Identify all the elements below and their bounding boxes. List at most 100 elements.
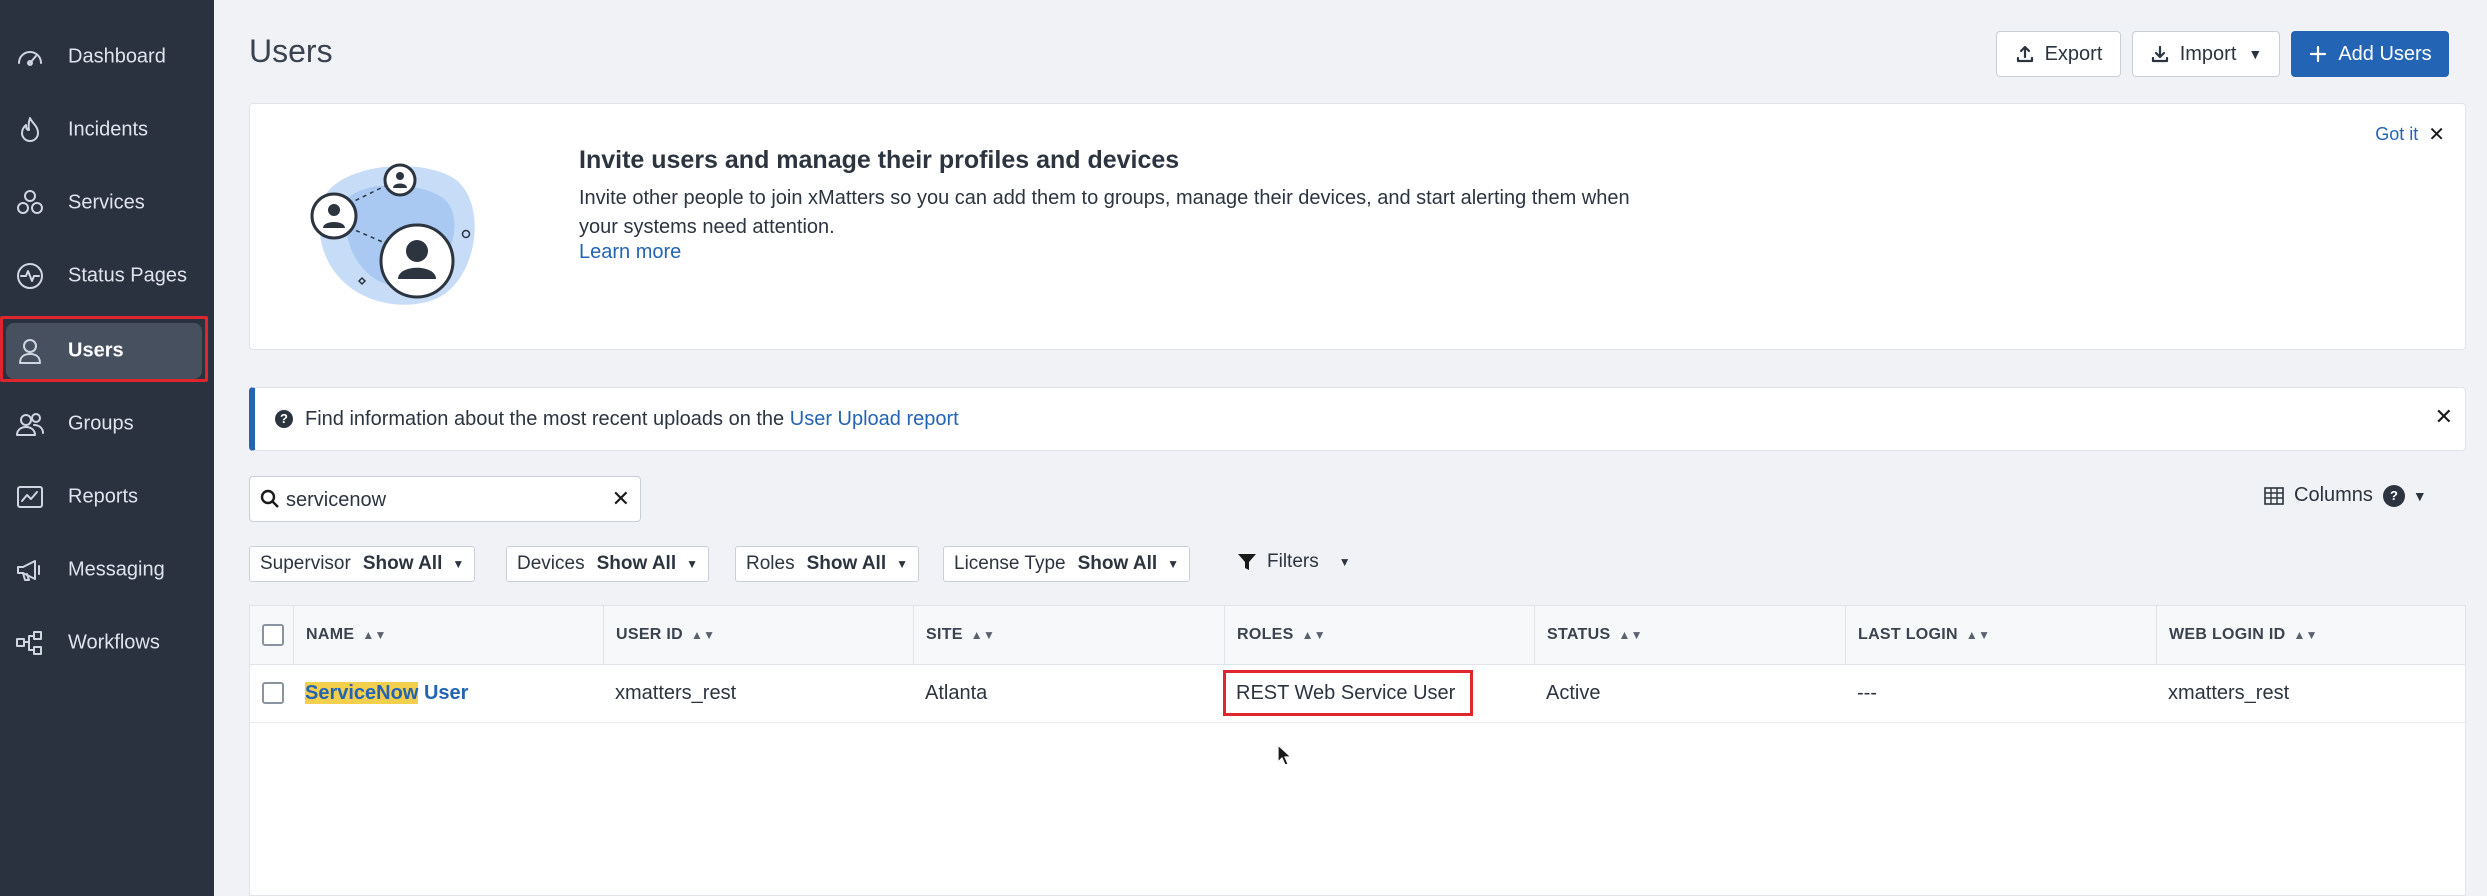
add-users-label: Add Users [2338,42,2432,65]
chart-icon [14,481,46,513]
cell-site: Atlanta [925,681,988,704]
annotation-highlight-box [1223,670,1473,716]
column-header-roles[interactable]: ROLES ▲▼ [1224,606,1534,664]
column-label: USER ID [616,626,683,643]
sidebar-item-status-pages[interactable]: Status Pages [0,241,214,311]
sidebar-item-messaging[interactable]: Messaging [0,535,214,605]
sidebar-item-label: Status Pages [68,264,187,287]
column-label: ROLES [1237,626,1294,643]
page-title: Users [249,33,333,69]
import-label: Import [2179,42,2237,65]
filter-roles[interactable]: Roles Show All ▼ [735,546,919,582]
invite-users-card: Invite users and manage their profiles a… [249,103,2466,350]
sidebar-item-incidents[interactable]: Incidents [0,95,214,165]
column-header-last-login[interactable]: LAST LOGIN ▲▼ [1845,606,2156,664]
select-all-checkbox[interactable] [262,624,284,646]
invite-illustration [310,163,475,305]
filter-devices[interactable]: Devices Show All ▼ [506,546,709,582]
sort-icon: ▲▼ [970,628,996,642]
column-label: LAST LOGIN [1858,626,1958,643]
info-banner: ? Find information about the most recent… [249,387,2466,451]
services-icon [14,187,46,219]
filter-label: Roles [746,553,795,574]
users-table: NAME ▲▼ USER ID ▲▼ SITE ▲▼ ROLES ▲▼ STATUS ▲▼… [249,605,2466,896]
filter-label: License Type [954,553,1066,574]
sidebar-item-dashboard[interactable]: Dashboard [0,22,214,92]
export-button[interactable]: Export [1996,31,2121,77]
sort-icon: ▲▼ [1618,628,1643,642]
column-header-site[interactable]: SITE ▲▼ [913,606,1224,664]
filter-value: Show All [362,553,443,574]
column-header-web-login-id[interactable]: WEB LOGIN ID ▲▼ [2156,606,2465,664]
chevron-down-icon: ▼ [452,557,465,571]
mouse-cursor-icon [1277,744,1293,766]
sidebar-item-reports[interactable]: Reports [0,462,214,532]
plus-icon [2310,45,2327,63]
sidebar-item-label: Groups [68,412,134,435]
learn-more-link[interactable]: Learn more [579,241,681,264]
column-label: NAME [306,626,355,643]
search-icon [260,489,279,508]
cell-last-login: --- [1857,681,1877,704]
pulse-icon [14,260,46,292]
gauge-icon [14,41,46,73]
cell-user-id: xmatters_rest [615,681,737,704]
banner-text: Find information about the most recent u… [305,408,959,431]
user-icon [14,335,46,367]
column-label: STATUS [1547,626,1611,643]
clear-search-icon[interactable]: ✕ [612,486,630,512]
filters-label: Filters [1267,551,1319,572]
sidebar-item-groups[interactable]: Groups [0,389,214,459]
row-checkbox[interactable] [262,682,284,704]
sidebar-item-label: Dashboard [68,45,166,68]
sidebar-item-label: Reports [68,485,139,508]
megaphone-icon [14,554,46,586]
upload-icon [2016,45,2033,63]
sidebar-item-workflows[interactable]: Workflows [0,608,214,678]
sidebar-item-label: Messaging [68,558,165,581]
sidebar-item-label: Services [68,191,145,214]
filter-supervisor[interactable]: Supervisor Show All ▼ [249,546,476,582]
sidebar-item-label: Users [68,339,124,362]
invite-title: Invite users and manage their profiles a… [579,146,1180,174]
chevron-down-icon: ▼ [1338,555,1351,569]
download-icon [2151,45,2168,63]
column-header-name[interactable]: NAME ▲▼ [293,606,603,664]
banner-message: Find information about the most recent u… [305,408,785,430]
columns-button[interactable]: Columns ? ▼ [2264,484,2427,507]
banner-close-icon[interactable]: ✕ [2435,404,2453,430]
table-header: NAME ▲▼ USER ID ▲▼ SITE ▲▼ ROLES ▲▼ STATUS ▲▼… [250,606,2465,665]
search-field[interactable]: ✕ [249,476,641,522]
chevron-down-icon: ▼ [686,557,698,571]
sort-icon: ▲▼ [2293,628,2318,642]
sidebar-item-services[interactable]: Services [0,168,214,238]
got-it-button[interactable]: Got it ✕ [2375,122,2445,147]
column-header-user-id[interactable]: USER ID ▲▼ [603,606,913,664]
sidebar-item-users[interactable]: Users [0,316,214,386]
sort-icon: ▲▼ [1965,628,1991,642]
chevron-down-icon: ▼ [2412,487,2427,504]
got-it-label: Got it [2375,124,2419,144]
chevron-down-icon: ▼ [896,557,908,571]
filter-license-type[interactable]: License Type Show All ▼ [943,546,1191,582]
filter-label: Supervisor [260,553,351,574]
user-upload-report-link[interactable]: User Upload report [790,408,959,430]
filter-value: Show All [596,553,677,574]
user-name-link[interactable]: ServiceNow User [305,681,468,705]
sidebar-item-label: Workflows [68,631,160,654]
add-users-button[interactable]: Add Users [2291,31,2449,77]
search-match-highlight: ServiceNow [305,681,419,704]
columns-help-icon: ? [2382,484,2405,507]
import-button[interactable]: Import ▼ [2132,31,2280,77]
column-header-status[interactable]: STATUS ▲▼ [1534,606,1845,664]
filter-value: Show All [1077,553,1158,574]
close-icon: ✕ [2428,124,2445,146]
filter-label: Devices [517,553,585,574]
table-grid-icon [2264,486,2284,505]
cell-status: Active [1546,681,1601,704]
help-icon: ? [275,410,293,428]
filters-button[interactable]: Filters ▼ [1237,551,1351,573]
sort-icon: ▲▼ [1301,628,1326,642]
export-label: Export [2044,42,2103,65]
search-input[interactable] [284,483,588,517]
